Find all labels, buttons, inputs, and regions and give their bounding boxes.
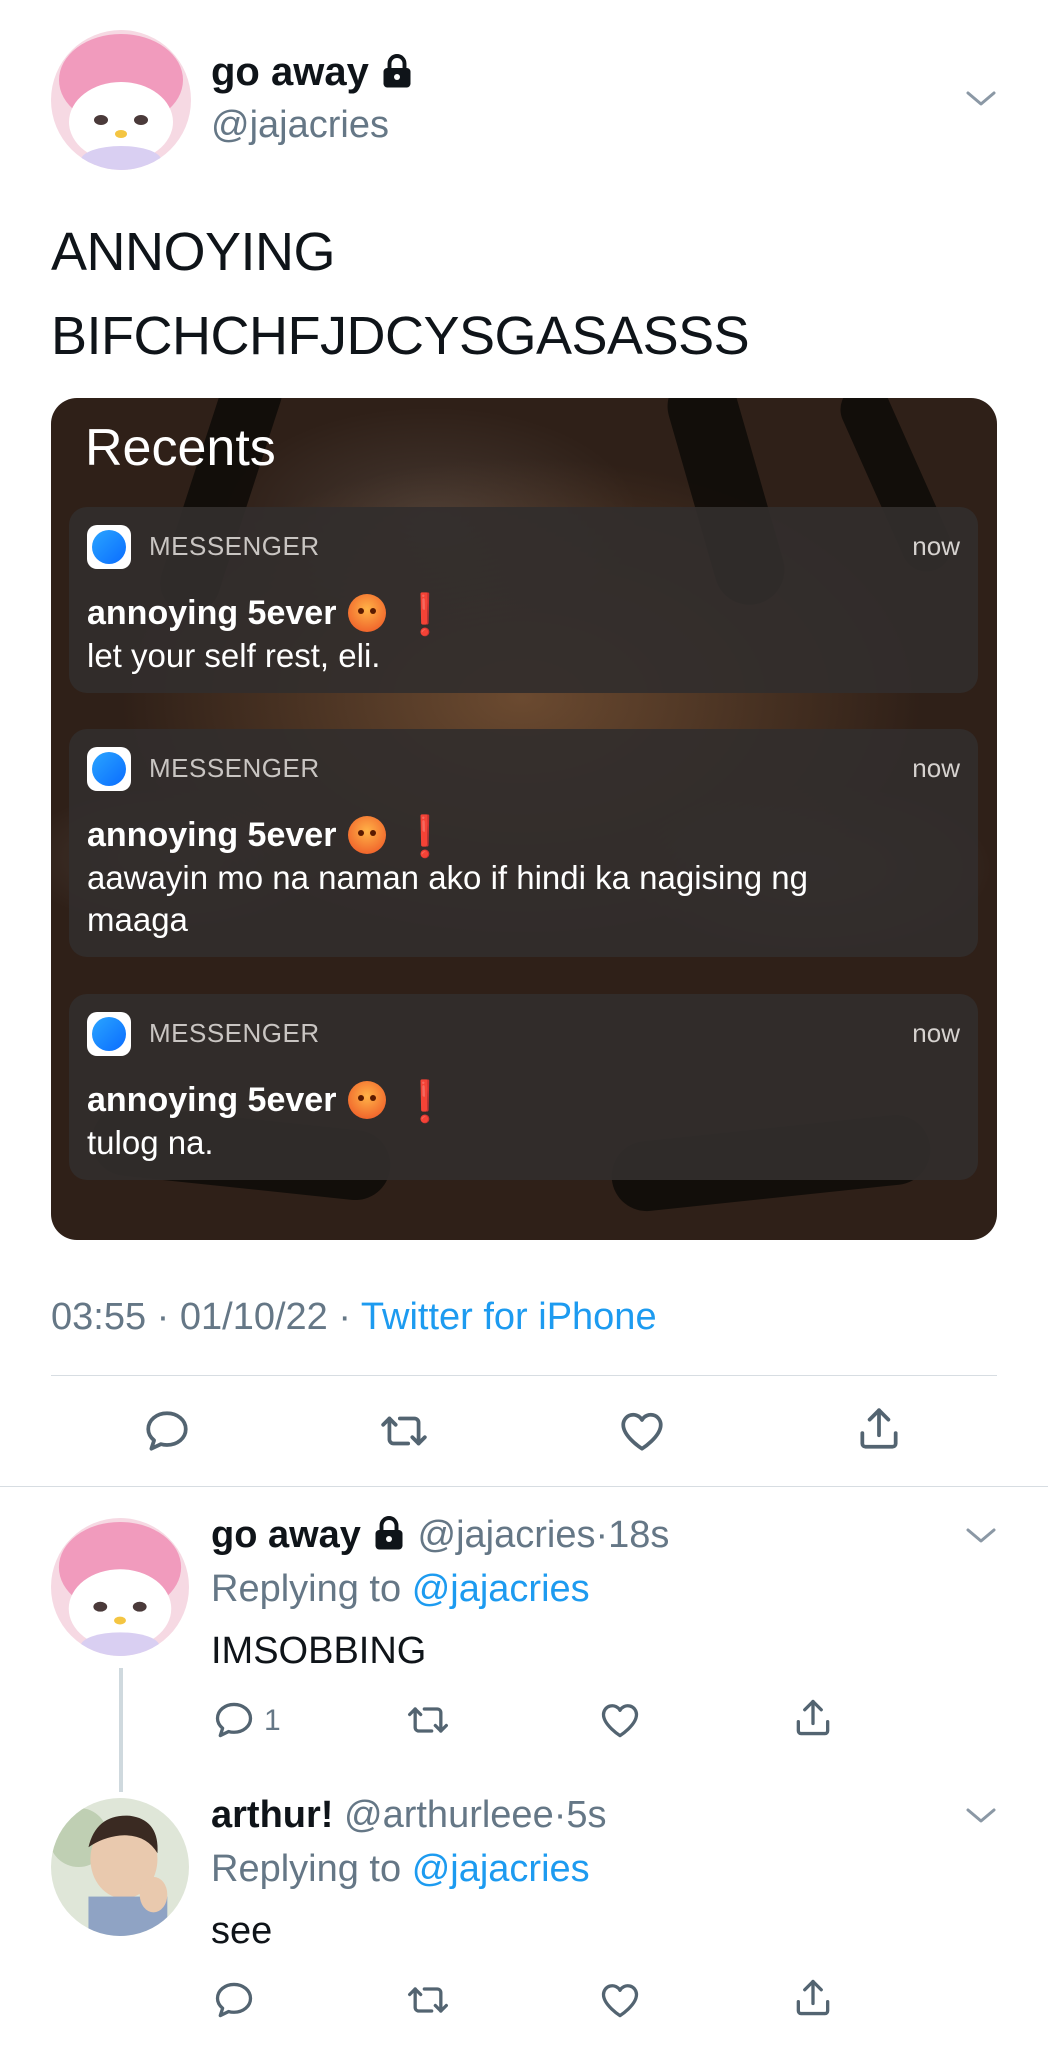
angry-face-icon	[348, 594, 387, 632]
separator: ·	[553, 1794, 567, 1836]
notification-sender: annoying 5ever	[87, 816, 337, 854]
avatar-image	[51, 1798, 189, 1936]
recents-title: Recents	[85, 419, 276, 477]
tweet-text: ANNOYING BIFCHCHFJDCYSGASASSS	[51, 210, 750, 378]
display-name[interactable]: go away	[211, 50, 415, 95]
notification-title: annoying 5ever ❗	[87, 813, 450, 860]
angry-face-icon	[348, 816, 387, 854]
notification-body: tulog na.	[87, 1124, 214, 1161]
notification-time: now	[912, 1018, 960, 1048]
reply-text: see	[211, 1910, 273, 1952]
separator: ·	[156, 1296, 170, 1338]
avatar[interactable]	[51, 30, 191, 170]
messenger-icon	[87, 1012, 131, 1056]
share-icon[interactable]	[854, 1404, 904, 1454]
avatar-image	[51, 1518, 189, 1656]
notification-title: annoying 5ever ❗	[87, 1078, 450, 1125]
notification-app: MESSENGER	[149, 531, 320, 561]
messenger-icon	[87, 525, 131, 569]
lock-icon	[379, 53, 415, 89]
tweet-text-line: BIFCHCHFJDCYSGASASSS	[51, 306, 750, 366]
separator: ·	[595, 1514, 609, 1556]
divider	[0, 1486, 1048, 1487]
notification-sender: annoying 5ever	[87, 1081, 337, 1119]
thread-line	[119, 1668, 123, 1792]
like-icon[interactable]	[598, 1978, 642, 2022]
notification-body: aawayin mo na naman ako if hindi ka nagi…	[87, 859, 808, 938]
notification-card: MESSENGER now annoying 5ever ❗ let your s…	[69, 507, 978, 693]
reply-icon[interactable]	[212, 1698, 256, 1742]
tweet-text-line: ANNOYING	[51, 222, 336, 282]
divider	[51, 1375, 997, 1376]
replying-to-label: Replying to	[211, 1848, 402, 1890]
retweet-icon[interactable]	[379, 1406, 429, 1456]
share-icon[interactable]	[791, 1976, 835, 2020]
tweet-source-link[interactable]: Twitter for iPhone	[361, 1296, 657, 1338]
notification-card: MESSENGER now annoying 5ever ❗ aawayin mo…	[69, 729, 978, 957]
reply-avatar[interactable]	[51, 1798, 189, 1936]
reply-handle[interactable]: @arthurleee	[344, 1794, 554, 1836]
separator: ·	[338, 1296, 352, 1338]
notification-title: annoying 5ever ❗	[87, 591, 450, 638]
retweet-icon[interactable]	[406, 1698, 450, 1742]
notification-card: MESSENGER now annoying 5ever ❗ tulog na.	[69, 994, 978, 1180]
replying-to-link[interactable]: @jajacries	[412, 1568, 590, 1610]
reply-avatar[interactable]	[51, 1518, 189, 1656]
lock-icon	[371, 1515, 407, 1551]
attached-image[interactable]: Recents MESSENGER now annoying 5ever ❗ le…	[51, 398, 997, 1240]
reply-display-name[interactable]: go away	[211, 1514, 361, 1556]
exclamation-icon: ❗	[400, 815, 451, 859]
like-icon[interactable]	[598, 1698, 642, 1742]
notification-time: now	[912, 753, 960, 783]
reply-text: IMSOBBING	[211, 1630, 427, 1672]
share-icon[interactable]	[791, 1696, 835, 1740]
reply-age: 18s	[608, 1514, 670, 1556]
notification-body: let your self rest, eli.	[87, 637, 381, 674]
replying-to-label: Replying to	[211, 1568, 402, 1610]
reply-count: 1	[264, 1704, 281, 1737]
chevron-down-icon[interactable]	[965, 89, 997, 109]
reply-icon[interactable]	[212, 1978, 256, 2022]
reply-handle[interactable]: @jajacries	[418, 1514, 596, 1556]
exclamation-icon: ❗	[400, 1080, 451, 1124]
angry-face-icon	[348, 1081, 387, 1119]
avatar-image	[51, 30, 191, 170]
tweet-meta: 03:55 · 01/10/22 · Twitter for iPhone	[51, 1296, 657, 1339]
display-name-text: go away	[211, 50, 369, 94]
chevron-down-icon[interactable]	[965, 1806, 997, 1826]
replying-to-link[interactable]: @jajacries	[412, 1848, 590, 1890]
replying-to: Replying to @jajacries	[211, 1568, 590, 1611]
handle[interactable]: @jajacries	[211, 104, 389, 147]
reply-display-name[interactable]: arthur!	[211, 1794, 333, 1836]
notification-app: MESSENGER	[149, 1018, 320, 1048]
reply-icon[interactable]	[142, 1406, 192, 1456]
tweet-time: 03:55	[51, 1296, 147, 1338]
exclamation-icon: ❗	[400, 593, 451, 637]
reply-header: arthur! @arthurleee·5s	[211, 1794, 607, 1837]
messenger-icon	[87, 747, 131, 791]
tweet-date: 01/10/22	[179, 1296, 328, 1338]
like-icon[interactable]	[617, 1406, 667, 1456]
reply-age: 5s	[566, 1794, 607, 1836]
notification-sender: annoying 5ever	[87, 594, 337, 632]
chevron-down-icon[interactable]	[965, 1526, 997, 1546]
reply-header: go away @jajacries·18s	[211, 1514, 669, 1557]
retweet-icon[interactable]	[406, 1978, 450, 2022]
notification-time: now	[912, 531, 960, 561]
replying-to: Replying to @jajacries	[211, 1848, 590, 1891]
notification-app: MESSENGER	[149, 753, 320, 783]
